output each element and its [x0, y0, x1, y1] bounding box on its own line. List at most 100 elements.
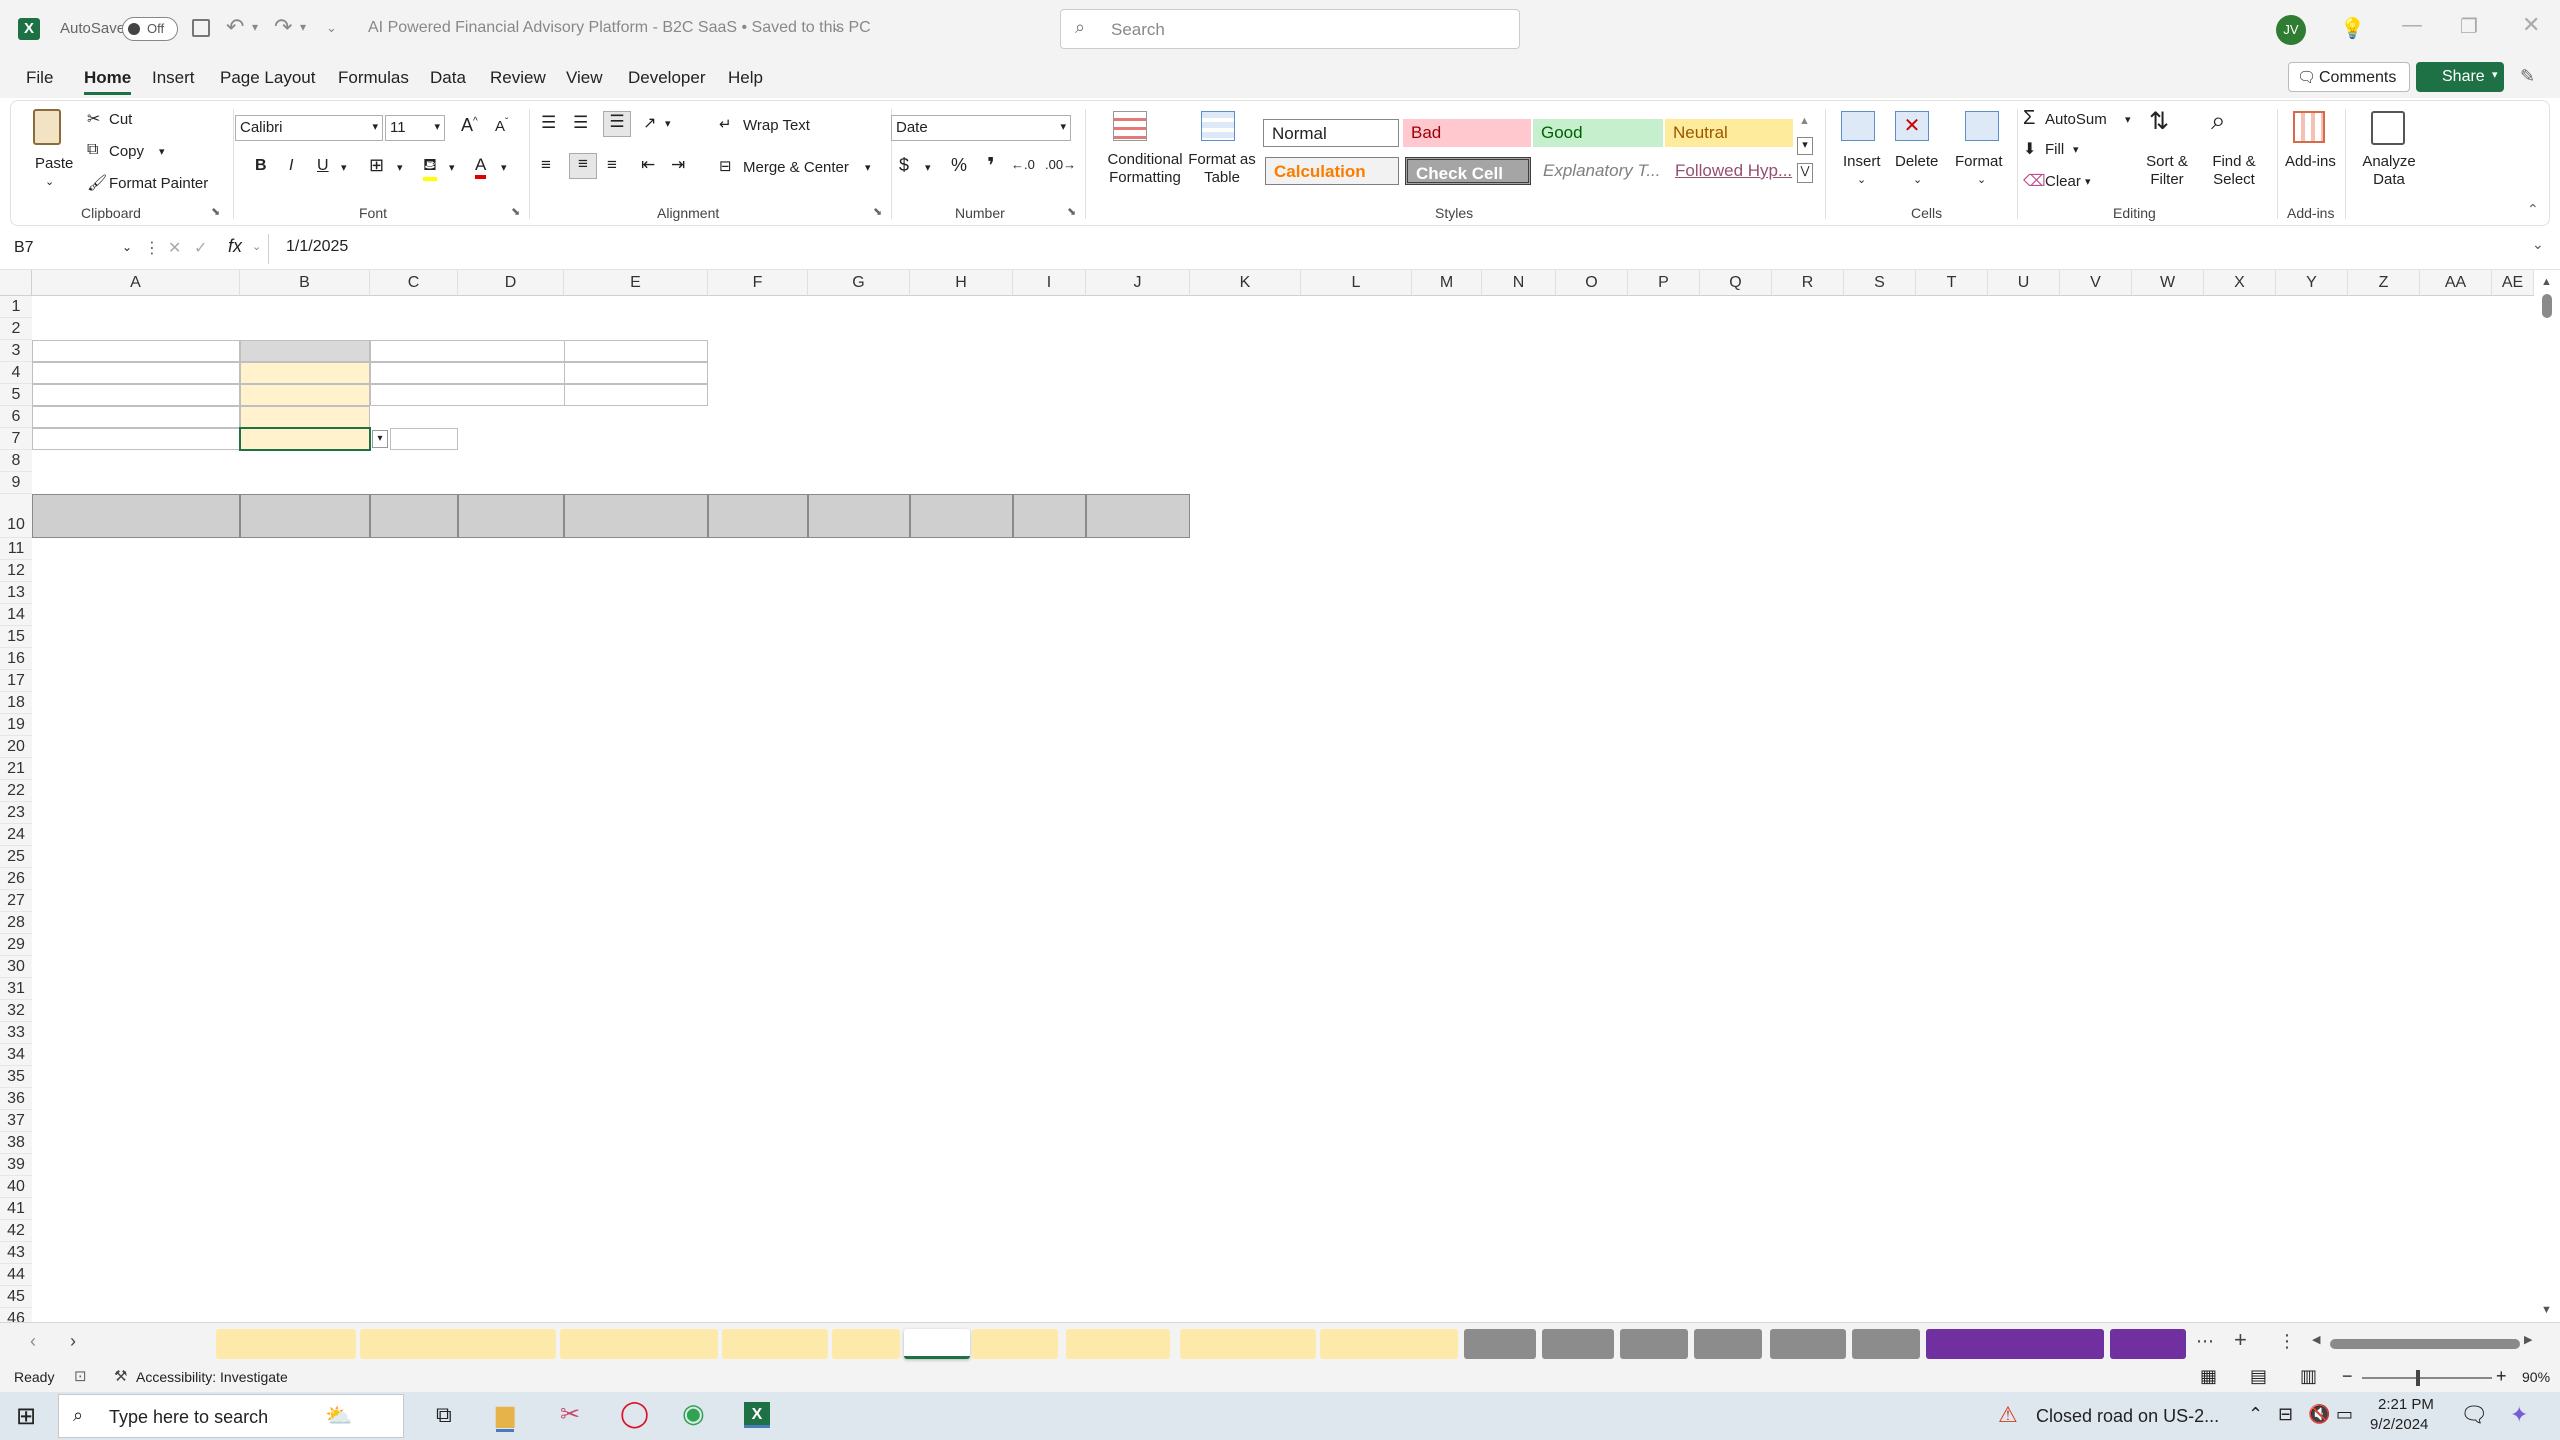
document-title[interactable]: AI Powered Financial Advisory Platform -…	[368, 19, 871, 37]
column-header-d[interactable]: D	[458, 270, 564, 296]
sheet-tab-cf--a[interactable]	[1852, 1329, 1920, 1359]
sheet-tab-cap-table[interactable]	[1066, 1329, 1170, 1359]
more-options-icon[interactable]: ⋮	[144, 238, 160, 258]
column-header-y[interactable]: Y	[2276, 270, 2348, 296]
accessibility-icon[interactable]: ⚒	[114, 1367, 127, 1385]
row-header[interactable]: 23	[0, 802, 32, 824]
row-header[interactable]: 36	[0, 1088, 32, 1110]
style-calculation[interactable]: Calculation	[1265, 157, 1399, 185]
fill-icon[interactable]: ⬇	[2023, 139, 2036, 159]
column-header-v[interactable]: V	[2060, 270, 2132, 296]
tab-options-icon[interactable]: ⋮	[2278, 1331, 2296, 1352]
addins-button[interactable]: Add-ins	[2285, 153, 2336, 170]
zoom-slider[interactable]	[2362, 1370, 2492, 1386]
column-header-n[interactable]: N	[1482, 270, 1556, 296]
row-header[interactable]: 25	[0, 846, 32, 868]
sheet-tab-cf--m[interactable]	[1770, 1329, 1846, 1359]
paste-button[interactable]: Paste	[35, 155, 73, 172]
styles-scroll-down-icon[interactable]: ▾	[1797, 137, 1813, 155]
maximize-icon[interactable]: ❐	[2460, 14, 2478, 39]
sort-filter-button[interactable]: Sort & Filter	[2137, 153, 2197, 189]
clear-dropdown-icon[interactable]: ▾	[2085, 175, 2091, 188]
user-avatar[interactable]: JV	[2276, 15, 2306, 45]
input-value[interactable]	[240, 406, 370, 428]
row-header[interactable]: 30	[0, 956, 32, 978]
row-header[interactable]: 29	[0, 934, 32, 956]
format-as-table-icon[interactable]	[1201, 111, 1235, 141]
align-middle-icon[interactable]: ☰	[573, 113, 588, 133]
delete-cells-icon[interactable]: ✕	[1895, 111, 1929, 141]
cancel-entry-icon[interactable]: ✕	[168, 238, 181, 258]
sheet-tab-revenue-assumptions[interactable]	[360, 1329, 556, 1359]
cut-button[interactable]: Cut	[109, 111, 132, 128]
fill-dropdown-icon[interactable]: ▾	[2073, 143, 2079, 156]
row-header[interactable]: 46	[0, 1308, 32, 1322]
column-header-b[interactable]: B	[240, 270, 370, 296]
scroll-up-icon[interactable]: ▲	[2541, 276, 2552, 288]
more-sheets-icon[interactable]: ⋯	[2196, 1331, 2214, 1352]
redo-dropdown-icon[interactable]: ▾	[300, 20, 306, 34]
undo-icon[interactable]: ↶	[226, 14, 244, 40]
insert-cells-button[interactable]: Insert	[1843, 153, 1881, 170]
menu-help[interactable]: Help	[728, 68, 763, 88]
underline-icon[interactable]: U	[317, 157, 329, 175]
conditional-formatting-icon[interactable]	[1113, 111, 1147, 141]
sort-filter-icon[interactable]: ⇅	[2149, 107, 2169, 136]
row-header[interactable]: 9	[0, 472, 32, 494]
row-header[interactable]: 21	[0, 758, 32, 780]
tray-chevron-icon[interactable]: ⌃	[2248, 1404, 2263, 1425]
menu-page-layout[interactable]: Page Layout	[220, 68, 315, 88]
input-value[interactable]	[240, 362, 370, 384]
validation-dropdown-icon[interactable]: ▾	[372, 430, 388, 448]
formula-input[interactable]: 1/1/2025	[286, 238, 348, 256]
clipboard-launcher-icon[interactable]: ⬊	[211, 205, 220, 218]
font-color-dropdown-icon[interactable]: ▾	[501, 161, 507, 174]
taskbar-search[interactable]: ⌕ Type here to search ⛅	[58, 1394, 404, 1438]
orientation-icon[interactable]: ↗	[643, 113, 656, 133]
column-header-e[interactable]: E	[564, 270, 708, 296]
row-header[interactable]: 10	[0, 494, 32, 538]
row-header[interactable]: 18	[0, 692, 32, 714]
percent-icon[interactable]: %	[951, 155, 967, 176]
fill-color-icon[interactable]: ⛾	[423, 155, 437, 181]
sheet-tab-bs--a[interactable]	[1694, 1329, 1762, 1359]
row-header[interactable]: 19	[0, 714, 32, 736]
paste-icon[interactable]	[33, 109, 61, 145]
column-header-s[interactable]: S	[1844, 270, 1916, 296]
cut-icon[interactable]: ✂	[87, 109, 100, 129]
zoom-slider-handle[interactable]	[2416, 1370, 2420, 1386]
delete-dropdown-icon[interactable]: ⌄	[1913, 173, 1922, 186]
column-header-c[interactable]: C	[370, 270, 458, 296]
row-header[interactable]: 4	[0, 362, 32, 384]
page-break-view-icon[interactable]: ▥	[2300, 1366, 2317, 1387]
clear-button[interactable]: Clear	[2045, 173, 2081, 190]
zoom-level[interactable]: 90%	[2522, 1369, 2550, 1385]
decrease-font-icon[interactable]: Aˇ	[495, 117, 508, 135]
next-sheet-icon[interactable]: ›	[70, 1331, 76, 1352]
sheet-tab-sales-reps[interactable]	[722, 1329, 828, 1359]
increase-font-icon[interactable]: A^	[461, 115, 478, 136]
menu-review[interactable]: Review	[490, 68, 546, 88]
row-header[interactable]: 28	[0, 912, 32, 934]
zoom-out-icon[interactable]: −	[2342, 1366, 2353, 1387]
row-header[interactable]: 16	[0, 648, 32, 670]
increase-indent-icon[interactable]: ⇥	[671, 155, 685, 175]
row-header[interactable]: 33	[0, 1022, 32, 1044]
row-header[interactable]: 35	[0, 1066, 32, 1088]
add-sheet-icon[interactable]: +	[2234, 1327, 2247, 1353]
font-launcher-icon[interactable]: ⬊	[511, 205, 520, 218]
row-header[interactable]: 8	[0, 450, 32, 472]
sheet-tab-terminal-value[interactable]	[1320, 1329, 1458, 1359]
sheet-tab-is--m[interactable]	[1464, 1329, 1536, 1359]
row-header[interactable]: 20	[0, 736, 32, 758]
decrease-decimal-icon[interactable]: .00→	[1045, 157, 1076, 172]
title-dropdown-icon[interactable]: ⌄	[832, 20, 842, 34]
save-icon[interactable]	[192, 19, 210, 37]
align-top-icon[interactable]: ☰	[541, 113, 556, 133]
copy-button[interactable]: Copy	[109, 143, 144, 160]
align-right-icon[interactable]: ≡	[607, 155, 617, 175]
style-bad[interactable]: Bad	[1403, 119, 1531, 147]
column-header-f[interactable]: F	[708, 270, 808, 296]
find-select-button[interactable]: Find & Select	[2201, 153, 2267, 189]
borders-dropdown-icon[interactable]: ▾	[397, 161, 403, 174]
